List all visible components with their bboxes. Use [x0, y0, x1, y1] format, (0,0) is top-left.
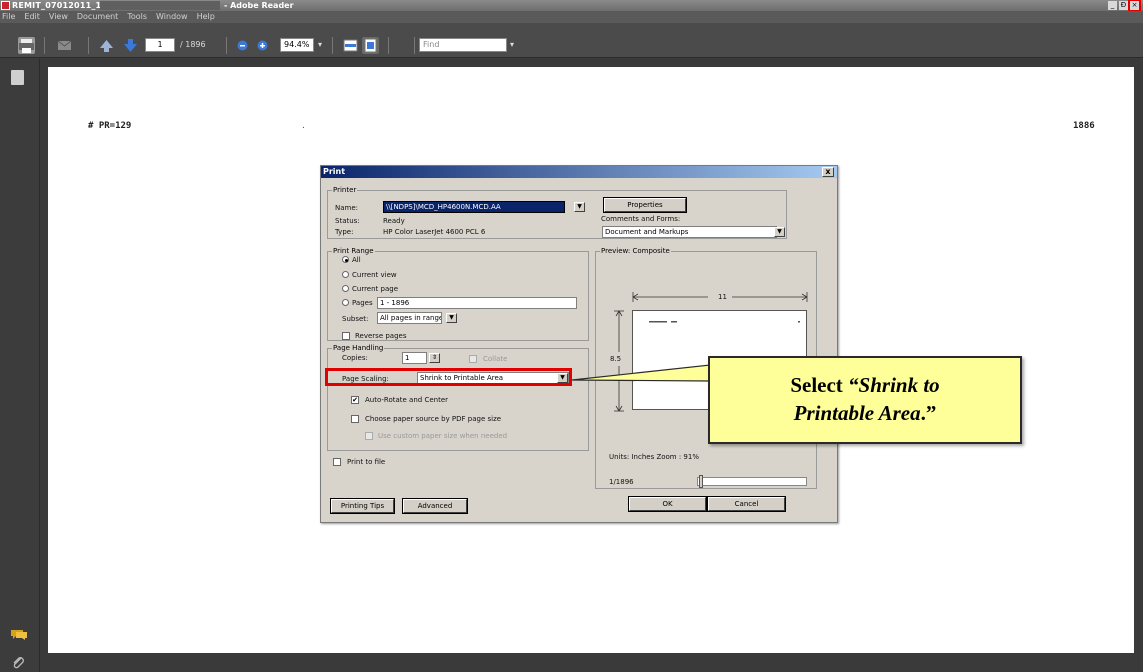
zoom-out-icon[interactable] — [234, 37, 251, 54]
range-all-radio[interactable] — [342, 256, 349, 263]
dialog-close-button[interactable]: x — [822, 167, 834, 177]
callout-line-2: Printable Area.” — [793, 401, 937, 425]
page-number-input[interactable]: 1 — [145, 38, 175, 52]
print-range-group: Print Range — [327, 246, 589, 341]
ok-button[interactable]: OK — [628, 496, 707, 512]
type-label: Type: — [335, 228, 354, 236]
next-page-icon[interactable] — [122, 37, 139, 54]
menu-edit[interactable]: Edit — [24, 11, 40, 23]
range-current-view-radio[interactable] — [342, 271, 349, 278]
print-icon[interactable] — [18, 37, 35, 54]
custom-paper-checkbox[interactable] — [365, 432, 373, 440]
minimize-button[interactable]: _ — [1108, 1, 1117, 10]
previous-page-icon[interactable] — [98, 37, 115, 54]
reverse-pages-checkbox[interactable] — [342, 332, 350, 340]
title-bar: REMIT_07012011_1 - Adobe Reader _ Ð × — [0, 0, 1143, 12]
custom-paper-label: Use custom paper size when needed — [378, 432, 508, 440]
page-total: / 1896 — [180, 40, 206, 49]
restore-button[interactable]: Ð — [1119, 1, 1128, 10]
print-dialog: Print x Printer Name: \\[NDPS]\MCD_HP460… — [320, 165, 838, 523]
menu-view[interactable]: View — [49, 11, 68, 23]
preview-slider-thumb[interactable] — [699, 475, 703, 488]
attachments-icon[interactable] — [11, 655, 25, 669]
auto-rotate-label: Auto-Rotate and Center — [365, 396, 449, 404]
reverse-pages-label: Reverse pages — [355, 332, 407, 340]
print-to-file-label: Print to file — [347, 458, 386, 466]
redacted-title-text — [100, 1, 220, 10]
find-input[interactable]: Find — [419, 38, 507, 52]
menu-tools[interactable]: Tools — [127, 11, 147, 23]
pages-range-input[interactable]: 1 - 1896 — [377, 297, 577, 309]
close-window-button[interactable]: × — [1128, 0, 1141, 12]
paper-source-label: Choose paper source by PDF page size — [365, 415, 502, 423]
zoom-input[interactable]: 94.4% — [280, 38, 314, 52]
find-dropdown-arrow[interactable]: ▾ — [510, 38, 514, 52]
menu-document[interactable]: Document — [77, 11, 118, 23]
subset-select[interactable]: All pages in range — [377, 312, 442, 324]
zoom-in-icon[interactable] — [254, 37, 271, 54]
page-header-dot: . — [302, 121, 305, 131]
preview-group-label: Preview: Composite — [600, 246, 671, 256]
instruction-callout: Select “Shrink to Printable Area.” — [708, 356, 1022, 444]
callout-line-1: Select “Shrink to — [790, 373, 940, 397]
status-label: Status: — [335, 217, 360, 225]
auto-rotate-checkbox[interactable]: ✔ — [351, 396, 359, 404]
copies-input[interactable]: 1 — [402, 352, 427, 364]
page-counter: 1/1896 — [609, 478, 634, 486]
page-handling-label: Page Handling — [332, 343, 385, 353]
cancel-button[interactable]: Cancel — [707, 496, 786, 512]
fit-width-icon[interactable] — [342, 37, 359, 54]
units-zoom-label: Units: Inches Zoom : 91% — [609, 453, 699, 461]
subset-label: Subset: — [342, 315, 369, 323]
collate-checkbox[interactable] — [469, 355, 477, 363]
fit-page-icon[interactable] — [362, 37, 379, 54]
printer-dropdown-arrow[interactable]: ▼ — [574, 202, 585, 212]
page-header-right: 1886 — [1073, 121, 1095, 131]
printer-name-select[interactable]: \\[NDPS]\MCD_HP4600N.MCD.AA — [383, 201, 565, 213]
comments-forms-label: Comments and Forms: — [601, 215, 681, 223]
range-current-view-label: Current view — [352, 271, 397, 279]
pages-icon[interactable] — [11, 70, 24, 85]
comments-forms-select[interactable]: Document and Markups — [602, 226, 777, 238]
comments-dropdown-arrow[interactable]: ▼ — [774, 227, 785, 237]
status-value: Ready — [383, 217, 405, 225]
range-current-page-label: Current page — [352, 285, 398, 293]
page-scaling-highlight — [325, 368, 572, 386]
printer-group-label: Printer — [332, 185, 358, 195]
menu-file[interactable]: File — [2, 11, 15, 23]
preview-width-label: 11 — [718, 293, 727, 301]
navigation-panel — [0, 59, 40, 672]
print-dialog-title: Print — [321, 166, 837, 178]
range-current-page-radio[interactable] — [342, 285, 349, 292]
copies-stepper[interactable]: ⇕ — [429, 353, 440, 363]
toolbar: 1 / 1896 94.4% ▾ Find ▾ — [0, 23, 1143, 58]
menu-help[interactable]: Help — [197, 11, 215, 23]
copies-label: Copies: — [342, 354, 368, 362]
subset-dropdown-arrow[interactable]: ▼ — [446, 313, 457, 323]
preview-page-slider[interactable] — [697, 477, 807, 486]
zoom-dropdown-arrow[interactable]: ▾ — [318, 38, 322, 52]
advanced-button[interactable]: Advanced — [402, 498, 468, 514]
adobe-reader-icon — [1, 1, 10, 10]
properties-button[interactable]: Properties — [603, 197, 687, 213]
email-icon[interactable] — [56, 37, 73, 54]
printing-tips-button[interactable]: Printing Tips — [330, 498, 395, 514]
page-header-left: # PR=129 — [88, 121, 132, 131]
menu-window[interactable]: Window — [156, 11, 188, 23]
range-pages-radio[interactable] — [342, 299, 349, 306]
menu-bar: File Edit View Document Tools Window Hel… — [0, 11, 1143, 23]
print-to-file-checkbox[interactable] — [333, 458, 341, 466]
range-pages-label: Pages — [352, 299, 373, 307]
type-value: HP Color LaserJet 4600 PCL 6 — [383, 228, 486, 236]
range-all-label: All — [352, 256, 361, 264]
comments-icon[interactable] — [10, 628, 28, 640]
document-title: REMIT_07012011_1 — [12, 1, 102, 10]
collate-label: Collate — [483, 355, 508, 363]
app-title: - Adobe Reader — [224, 1, 294, 10]
callout-pointer — [572, 364, 711, 382]
name-label: Name: — [335, 204, 359, 212]
paper-source-checkbox[interactable] — [351, 415, 359, 423]
